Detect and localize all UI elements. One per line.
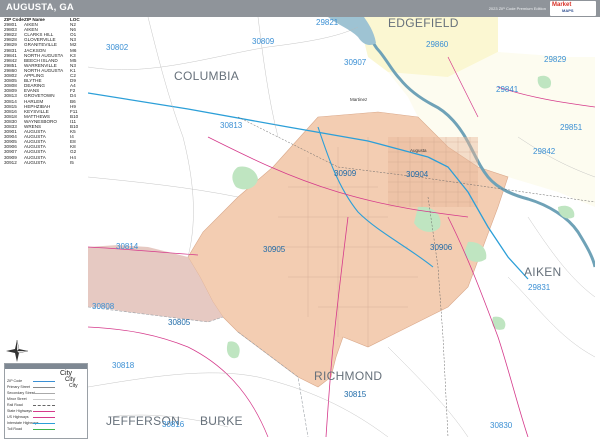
zip-code-cell: 30912 [4,159,17,165]
legend-line-zip [33,381,55,382]
zip-name-cell: AUGUSTA [24,159,46,165]
zip-code-table: ZIP Code ZIP Name LOC 29801 AIKEN N2 29803 A… [4,17,88,165]
zip-label: 30805 [168,318,191,327]
zip-label: 29821 [316,18,339,27]
zip-label: 30830 [490,421,513,430]
legend-line-state [33,411,55,412]
zip-label: 29851 [560,123,583,132]
zip-label: 29841 [496,85,519,94]
zip-label: 30813 [220,121,243,130]
compass-rose-icon [6,340,28,362]
legend-line-primary [33,387,55,388]
zip-label: 29829 [544,55,567,64]
county-label-aiken: AIKEN [524,265,562,279]
county-label-burke: BURKE [200,414,243,428]
brand-logo: Market MAPS [550,1,596,16]
zip-label: 30906 [430,243,453,252]
zip-label: 30818 [112,361,135,370]
map-legend: City City City ZIP Code Primary Street S… [4,363,88,439]
legend-line-toll [33,429,55,430]
legend-rail-road: Rail Road [7,403,23,407]
zip-label: 29831 [528,283,551,292]
legend-city-1: City [60,370,73,377]
legend-secondary-street: Secondary Street [7,391,35,395]
edition-label: 2023 ZIP Code Premium Edition [488,6,546,11]
zip-label: 30904 [406,170,429,179]
brand-line2: MAPS [562,8,574,13]
zip-label: 30905 [263,245,286,254]
legend-state-highways: State Highways [7,409,32,413]
legend-toll-road: Toll Road [7,427,22,431]
county-label-columbia: COLUMBIA [174,69,240,83]
zip-loc-cell: I5 [70,159,74,165]
legend-line-secondary [33,393,55,394]
legend-header [5,364,87,369]
legend-us-highways: US Highways [7,415,29,419]
zip-label: 30808 [92,302,115,311]
legend-minor-street: Minor Street [7,397,27,401]
map-canvas[interactable]: COLUMBIA EDGEFIELD AIKEN RICHMOND JEFFER… [88,17,595,437]
title-bar: AUGUSTA, GA 2023 ZIP Code Premium Editio… [0,0,600,17]
zip-table-row: 30912 AUGUSTA I5 [4,160,88,165]
county-label-richmond: RICHMOND [314,369,383,383]
legend-primary-street: Primary Street [7,385,30,389]
zip-label: 30816 [162,420,185,429]
zip-label: 29860 [426,40,449,49]
county-label-edgefield: EDGEFIELD [388,17,459,30]
map-title: AUGUSTA, GA [6,2,74,13]
zip-label: 30809 [252,37,275,46]
legend-zip-code: ZIP Code [7,379,23,383]
legend-line-rail [33,405,55,406]
legend-city-3: City [69,383,78,389]
zip-label: 29842 [533,147,556,156]
zip-label: 30815 [344,390,367,399]
zip-label: 30907 [344,58,367,67]
zip-label: 30909 [334,169,357,178]
legend-line-interstate [33,423,55,424]
legend-line-us [33,417,55,418]
zip-label: 30814 [116,242,139,251]
legend-line-minor [33,399,55,400]
zip-label: 30802 [106,43,129,52]
place-label-augusta: Augusta [410,148,427,153]
place-label-martinez: Martinez [350,97,368,102]
